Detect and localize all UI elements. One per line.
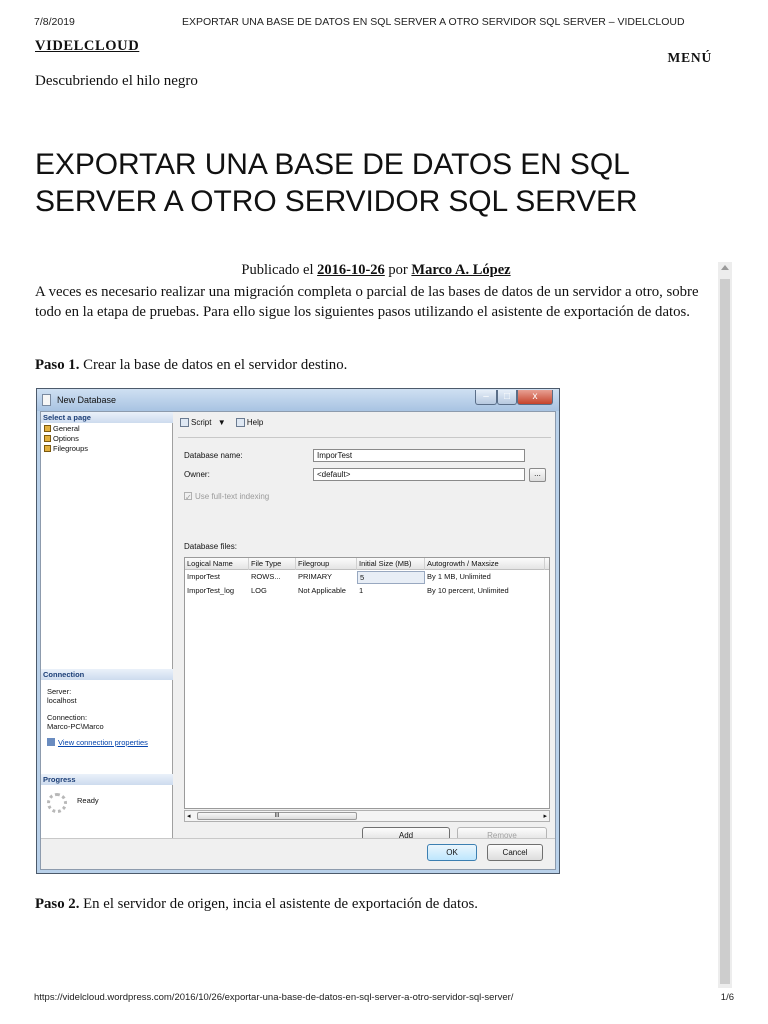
server-value: localhost: [47, 696, 77, 705]
meta-by: por: [388, 262, 408, 278]
post-meta: Publicado el 2016-10-26 por Marco A. Lóp…: [0, 262, 752, 279]
page-icon: [44, 445, 51, 452]
fulltext-indexing-checkbox[interactable]: ✓ Use full-text indexing: [184, 492, 269, 502]
column-header[interactable]: Filegroup: [296, 558, 357, 570]
dialog-title: New Database: [57, 395, 117, 405]
server-label: Server:: [47, 687, 72, 696]
grid-cell: ROWS...: [251, 572, 281, 581]
scroll-left-icon[interactable]: ◂: [187, 813, 191, 820]
dialog-titlebar: New Database – □ x: [37, 389, 559, 411]
select-page-header: Select a page: [41, 412, 173, 423]
menu-button[interactable]: MENÚ: [668, 50, 712, 66]
owner-input[interactable]: <default>: [313, 468, 525, 481]
column-header[interactable]: Logical Name: [185, 558, 249, 570]
new-database-dialog-screenshot: New Database – □ x Select a page General…: [36, 388, 560, 874]
grid-cell: ImporTest: [187, 572, 220, 581]
scroll-right-icon[interactable]: ▸: [543, 813, 547, 820]
print-date: 7/8/2019: [34, 16, 75, 28]
grid-cell: By 10 percent, Unlimited: [427, 586, 509, 595]
progress-header: Progress: [41, 774, 173, 785]
minimize-icon[interactable]: –: [475, 390, 497, 405]
print-footer: https://videlcloud.wordpress.com/2016/10…: [34, 992, 734, 1006]
database-icon: [42, 394, 51, 406]
site-title-link[interactable]: VIDELCLOUD: [35, 38, 139, 55]
table-row[interactable]: ImporTest_log LOG Not Applicable 1 By 10…: [185, 585, 549, 598]
scroll-up-icon[interactable]: [721, 265, 729, 270]
print-page-number: 1/6: [720, 992, 734, 1003]
grid-cell: ImporTest_log: [187, 586, 235, 595]
site-tagline: Descubriendo el hilo negro: [35, 73, 198, 89]
grid-cell: By 1 MB, Unlimited: [427, 572, 491, 581]
page-icon: [44, 425, 51, 432]
column-header[interactable]: File Type: [249, 558, 296, 570]
author-link[interactable]: Marco A. López: [411, 262, 510, 278]
properties-icon: [47, 738, 55, 746]
toolbar-divider: [178, 437, 551, 438]
page-item-filegroups[interactable]: Filegroups: [44, 444, 88, 454]
help-icon: [235, 418, 245, 427]
step1-text: Crear la base de datos en el servidor de…: [83, 357, 348, 373]
script-icon: [180, 418, 189, 427]
database-name-label: Database name:: [184, 451, 243, 460]
step2-text: En el servidor de origen, incia el asist…: [83, 896, 478, 912]
grid-header: Logical Name File Type Filegroup Initial…: [185, 558, 549, 570]
grid-cell: PRIMARY: [298, 572, 333, 581]
view-connection-properties-link[interactable]: View connection properties: [47, 738, 148, 747]
step1-paragraph: Paso 1. Crear la base de datos en el ser…: [35, 355, 717, 375]
step2-label: Paso 2.: [35, 896, 80, 912]
ok-button[interactable]: OK: [427, 844, 477, 861]
chevron-down-icon: ▼: [217, 418, 226, 427]
intro-paragraph: A veces es necesario realizar una migrac…: [35, 284, 699, 320]
cancel-button[interactable]: Cancel: [487, 844, 543, 861]
dialog-body: Select a page General Options Filegroups…: [40, 411, 556, 870]
table-row[interactable]: ImporTest ROWS... PRIMARY 5 By 1 MB, Unl…: [185, 571, 549, 584]
database-files-grid: Logical Name File Type Filegroup Initial…: [184, 557, 550, 809]
scroll-thumb[interactable]: III: [197, 812, 357, 820]
step1-label: Paso 1.: [35, 357, 80, 373]
script-button[interactable]: Script ▼: [180, 418, 230, 427]
left-pane: Select a page General Options Filegroups…: [41, 412, 173, 838]
meta-prefix: Publicado el: [241, 262, 314, 278]
page-scrollbar[interactable]: [718, 262, 732, 988]
grid-cell: 1: [359, 586, 364, 595]
browse-owner-button[interactable]: ...: [529, 468, 546, 482]
progress-status: Ready: [77, 796, 99, 805]
step2-paragraph: Paso 2. En el servidor de origen, incia …: [35, 894, 717, 914]
dialog-footer: OK Cancel: [41, 838, 555, 869]
page-item-options[interactable]: Options: [44, 434, 79, 444]
post-date-link[interactable]: 2016-10-26: [317, 262, 385, 278]
page-scroll-thumb[interactable]: [720, 279, 730, 984]
database-files-label: Database files:: [184, 542, 237, 551]
help-button[interactable]: Help: [235, 418, 267, 427]
grid-cell: Not Applicable: [298, 586, 346, 595]
grid-cell-selected[interactable]: 5: [357, 571, 425, 584]
dialog-toolbar: Script ▼ Help: [180, 418, 271, 427]
progress-spinner-icon: [47, 793, 67, 813]
page-item-general[interactable]: General: [44, 424, 80, 434]
maximize-icon[interactable]: □: [497, 390, 517, 405]
connection-header: Connection: [41, 669, 173, 680]
horizontal-scrollbar[interactable]: ◂ III ▸: [184, 810, 550, 822]
owner-label: Owner:: [184, 470, 210, 479]
grid-cell: LOG: [251, 586, 267, 595]
post-title: EXPORTAR UNA BASE DE DATOS EN SQL SERVER…: [35, 148, 638, 218]
column-header[interactable]: Initial Size (MB): [357, 558, 425, 570]
connection-value: Marco-PC\Marco: [47, 722, 104, 731]
close-icon[interactable]: x: [517, 390, 553, 405]
print-page-title: EXPORTAR UNA BASE DE DATOS EN SQL SERVER…: [182, 16, 685, 28]
print-url: https://videlcloud.wordpress.com/2016/10…: [34, 992, 514, 1003]
right-pane: Script ▼ Help Database name: ImporTest O…: [174, 412, 555, 838]
page-icon: [44, 435, 51, 442]
column-header[interactable]: Autogrowth / Maxsize: [425, 558, 545, 570]
window-controls: – □ x: [475, 390, 553, 406]
database-name-input[interactable]: ImporTest: [313, 449, 525, 462]
checkbox-icon: ✓: [184, 492, 192, 502]
connection-label: Connection:: [47, 713, 88, 722]
print-header: 7/8/2019 EXPORTAR UNA BASE DE DATOS EN S…: [34, 16, 734, 32]
